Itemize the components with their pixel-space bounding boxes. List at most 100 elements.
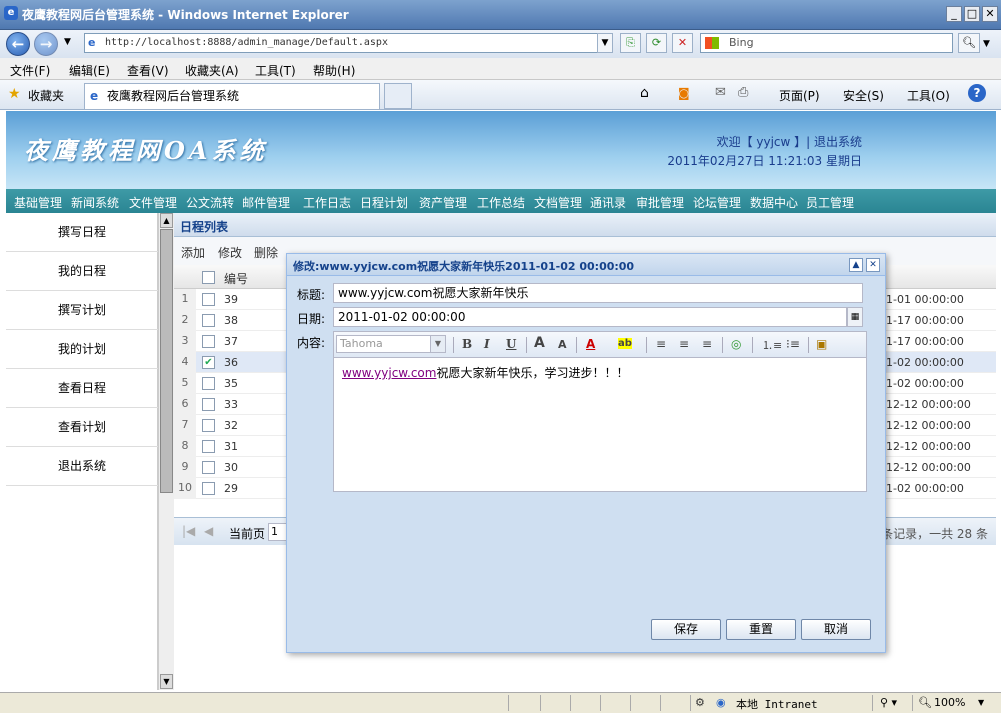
sidebar-item-my-schedule[interactable]: 我的日程 [6, 252, 158, 291]
underline-icon[interactable]: U [506, 337, 516, 351]
nav-schedule[interactable]: 日程计划 [360, 194, 408, 211]
bold-icon[interactable]: B [462, 337, 472, 351]
sidebar-scrollbar[interactable]: ▲ ▼ [158, 213, 174, 690]
italic-icon[interactable]: I [484, 337, 490, 351]
nav-staff[interactable]: 员工管理 [806, 194, 854, 211]
refresh-icon[interactable]: ⟳ [646, 33, 667, 53]
scroll-up-icon[interactable]: ▲ [160, 213, 173, 228]
delete-button[interactable]: 删除 [254, 244, 278, 261]
edit-button[interactable]: 修改 [218, 244, 242, 261]
prev-page-icon[interactable]: ◀ [204, 524, 213, 538]
sidebar-item-my-plan[interactable]: 我的计划 [6, 330, 158, 369]
rss-icon[interactable]: ◙ [678, 86, 690, 100]
browser-tab[interactable]: e 夜鹰教程网后台管理系统 [84, 83, 380, 109]
scroll-thumb[interactable] [160, 229, 173, 493]
link-icon[interactable]: ◎ [731, 337, 741, 351]
nav-summary[interactable]: 工作总结 [477, 194, 525, 211]
dialog-close-icon[interactable]: ✕ [866, 258, 880, 272]
search-dropdown-icon[interactable]: ▼ [983, 39, 990, 49]
row-checkbox[interactable] [202, 293, 215, 306]
content-link[interactable]: www.yyjcw.com [342, 366, 436, 380]
nav-assets[interactable]: 资产管理 [419, 194, 467, 211]
menu-edit[interactable]: 编辑(E) [69, 62, 110, 79]
highlight-icon[interactable]: ab [618, 338, 632, 349]
row-checkbox[interactable] [202, 314, 215, 327]
menu-help[interactable]: 帮助(H) [313, 62, 355, 79]
maximize-icon[interactable]: □ [964, 6, 980, 22]
font-dropdown-icon[interactable]: ▼ [430, 336, 445, 352]
shrink-font-icon[interactable]: A [558, 338, 567, 351]
nav-files[interactable]: 文件管理 [129, 194, 177, 211]
source-edit-icon[interactable]: ▣ [816, 337, 827, 351]
address-dropdown-icon[interactable]: ▼ [597, 33, 613, 53]
search-icon[interactable]: 🔍︎ [958, 33, 980, 53]
zoom-dropdown-icon[interactable]: ▼ [978, 698, 984, 707]
menu-view[interactable]: 查看(V) [127, 62, 169, 79]
nav-basic[interactable]: 基础管理 [14, 194, 62, 211]
back-button[interactable]: ← [6, 32, 30, 56]
stop-icon[interactable]: ✕ [672, 33, 693, 53]
nav-worklog[interactable]: 工作日志 [303, 194, 351, 211]
menu-file[interactable]: 文件(F) [10, 62, 50, 79]
favorites-button[interactable]: 收藏夹 [28, 87, 64, 104]
sidebar-item-view-schedule[interactable]: 查看日程 [6, 369, 158, 408]
cancel-button[interactable]: 取消 [801, 619, 871, 640]
nav-archive[interactable]: 文档管理 [534, 194, 582, 211]
new-tab-button[interactable] [384, 83, 412, 109]
minimize-icon[interactable]: _ [946, 6, 962, 22]
first-page-icon[interactable]: |◀ [182, 524, 195, 538]
row-checkbox[interactable] [202, 398, 215, 411]
sidebar-item-view-plan[interactable]: 查看计划 [6, 408, 158, 447]
nav-mail[interactable]: 邮件管理 [242, 194, 290, 211]
save-button[interactable]: 保存 [651, 619, 721, 640]
tools-menu[interactable]: 工具(O) [907, 87, 950, 104]
history-dropdown-icon[interactable]: ▼ [64, 37, 71, 47]
add-button[interactable]: 添加 [181, 244, 205, 261]
row-checkbox[interactable] [202, 461, 215, 474]
editor-content[interactable]: www.yyjcw.com祝愿大家新年快乐，学习进步！！！ [342, 364, 628, 381]
align-center-icon[interactable]: ≡ [679, 337, 689, 351]
compat-icon[interactable]: ⎘ [620, 33, 641, 53]
mail-icon[interactable]: ✉ [715, 85, 726, 100]
nav-news[interactable]: 新闻系统 [71, 194, 119, 211]
nav-contacts[interactable]: 通讯录 [590, 194, 626, 211]
align-right-icon[interactable]: ≡ [702, 337, 712, 351]
reset-button[interactable]: 重置 [726, 619, 796, 640]
row-checkbox[interactable] [202, 440, 215, 453]
sidebar-item-write-plan[interactable]: 撰写计划 [6, 291, 158, 330]
page-menu[interactable]: 页面(P) [779, 87, 820, 104]
page-number-input[interactable]: 1 [268, 523, 288, 541]
calendar-icon[interactable]: ▦ [847, 307, 863, 327]
safety-menu[interactable]: 安全(S) [843, 87, 884, 104]
close-icon[interactable]: ✕ [982, 6, 998, 22]
zoom-icon[interactable]: 🔍︎ [918, 696, 932, 709]
nav-forum[interactable]: 论坛管理 [693, 194, 741, 211]
search-input[interactable]: Bing [700, 33, 953, 53]
protected-mode-icon[interactable]: ⚲ ▾ [880, 696, 897, 709]
dialog-titlebar[interactable]: 修改:www.yyjcw.com祝愿大家新年快乐2011-01-02 00:00… [287, 254, 885, 276]
grow-font-icon[interactable]: A [534, 335, 545, 351]
row-checkbox[interactable] [202, 377, 215, 390]
unordered-list-icon[interactable]: ⁝≡ [786, 337, 800, 351]
nav-data-center[interactable]: 数据中心 [750, 194, 798, 211]
row-checkbox[interactable] [202, 419, 215, 432]
menu-tools[interactable]: 工具(T) [255, 62, 296, 79]
forward-button[interactable]: → [34, 32, 58, 56]
collapse-icon[interactable]: ▲ [849, 258, 863, 272]
font-color-icon[interactable]: A [586, 337, 595, 351]
align-left-icon[interactable]: ≡ [656, 337, 666, 351]
nav-approval[interactable]: 审批管理 [636, 194, 684, 211]
row-checkbox[interactable] [202, 335, 215, 348]
sidebar-item-write-schedule[interactable]: 撰写日程 [6, 213, 158, 252]
welcome-text[interactable]: 欢迎【 yyjcw 】| 退出系统 [717, 133, 862, 150]
title-input[interactable]: www.yyjcw.com祝愿大家新年快乐 [333, 283, 863, 303]
nav-documents-flow[interactable]: 公文流转 [186, 194, 234, 211]
date-input[interactable]: 2011-01-02 00:00:00 [333, 307, 847, 327]
menu-favorites[interactable]: 收藏夹(A) [185, 62, 239, 79]
print-icon[interactable]: ⎙ [738, 85, 748, 100]
zoom-level[interactable]: 100% [934, 696, 965, 709]
address-input[interactable]: http://localhost:8888/admin_manage/Defau… [84, 33, 613, 53]
help-icon[interactable]: ? [968, 84, 986, 102]
ordered-list-icon[interactable]: ⒈≡ [762, 337, 782, 353]
scroll-down-icon[interactable]: ▼ [160, 674, 173, 689]
